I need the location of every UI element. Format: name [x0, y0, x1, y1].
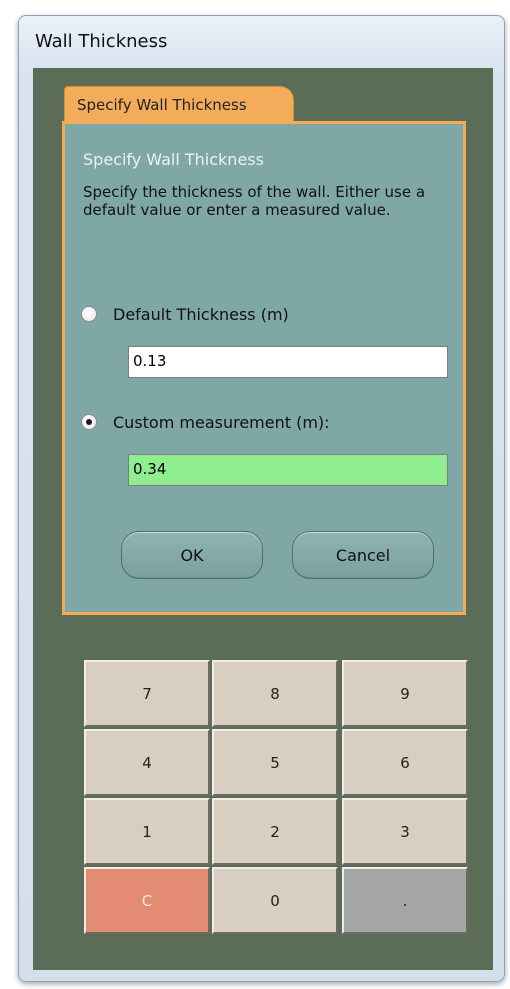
key-5[interactable]: 5 — [212, 729, 338, 796]
panel-heading: Specify Wall Thickness — [83, 150, 264, 169]
key-clear[interactable]: C — [84, 867, 210, 934]
numeric-keypad: 7 8 9 4 5 6 1 2 3 C 0 . — [84, 660, 471, 943]
key-decimal[interactable]: . — [342, 867, 468, 934]
key-2[interactable]: 2 — [212, 798, 338, 865]
key-1[interactable]: 1 — [84, 798, 210, 865]
default-thickness-radio[interactable] — [81, 306, 97, 322]
key-3[interactable]: 3 — [342, 798, 468, 865]
default-thickness-label: Default Thickness (m) — [113, 305, 289, 324]
ok-button[interactable]: OK — [121, 531, 263, 579]
custom-measurement-label: Custom measurement (m): — [113, 413, 330, 432]
custom-measurement-field[interactable]: 0.34 — [128, 454, 448, 486]
custom-measurement-radio[interactable] — [81, 414, 97, 430]
key-6[interactable]: 6 — [342, 729, 468, 796]
key-4[interactable]: 4 — [84, 729, 210, 796]
dialog-window: Wall Thickness Specify Wall Thickness Sp… — [18, 15, 505, 982]
tab-label: Specify Wall Thickness — [77, 96, 247, 114]
key-9[interactable]: 9 — [342, 660, 468, 727]
tab-specify-wall-thickness[interactable]: Specify Wall Thickness — [64, 86, 294, 122]
specify-thickness-panel: Specify Wall Thickness Specify the thick… — [62, 121, 466, 615]
key-7[interactable]: 7 — [84, 660, 210, 727]
panel-description: Specify the thickness of the wall. Eithe… — [83, 183, 426, 219]
cancel-button[interactable]: Cancel — [292, 531, 434, 579]
radio-selected-dot — [86, 419, 92, 425]
key-0[interactable]: 0 — [212, 867, 338, 934]
window-title: Wall Thickness — [35, 31, 168, 52]
dialog-body: Specify Wall Thickness Specify Wall Thic… — [33, 68, 493, 970]
default-thickness-field[interactable]: 0.13 — [128, 346, 448, 378]
key-8[interactable]: 8 — [212, 660, 338, 727]
